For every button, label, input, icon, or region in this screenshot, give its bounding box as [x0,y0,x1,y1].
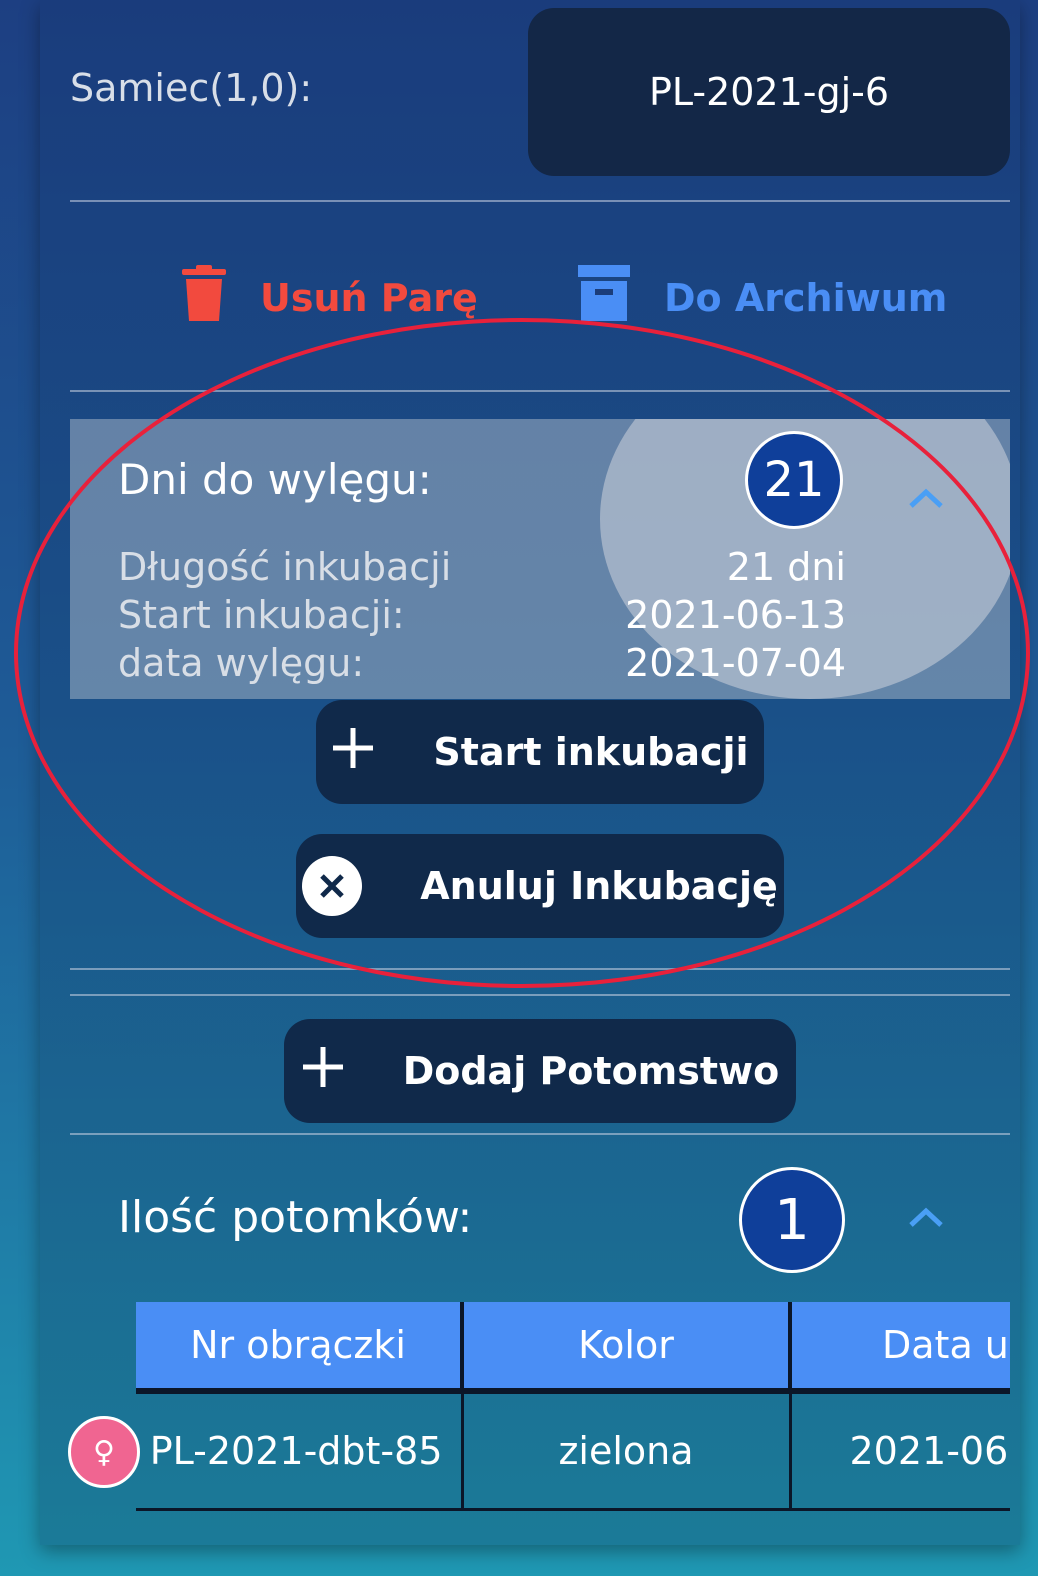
archive-box-icon [578,265,630,330]
column-header-birth-date[interactable]: Data ur [790,1302,1010,1394]
incubation-panel[interactable]: Dni do wylęgu: 21 Długość inkubacji 21 d… [70,419,1010,699]
incubation-start-row: Start inkubacji: 2021-06-13 [118,591,846,639]
plus-icon [301,1045,345,1098]
male-ring-field[interactable]: PL-2021-gj-6 [528,8,1010,176]
cancel-incubation-label: Anuluj Inkubację [420,864,778,908]
archive-label: Do Archiwum [664,275,948,320]
chevron-up-icon[interactable] [908,1200,944,1236]
plus-icon [331,726,375,779]
incubation-title: Dni do wylęgu: [118,455,432,504]
archive-button[interactable]: Do Archiwum [578,265,947,330]
add-offspring-label: Dodaj Potomstwo [402,1049,780,1093]
divider [70,994,1010,996]
info-value: 2021-06-13 [625,593,846,637]
birth-date-cell: 2021-06- [790,1391,1010,1511]
ring-cell: PL-2021-dbt-85 [136,1391,464,1511]
hatch-date-row: data wylęgu: 2021-07-04 [118,639,846,687]
divider [70,390,1010,392]
info-value: 21 dni [726,545,846,589]
offspring-table: Nr obrączki Kolor Data ur PL-2021-dbt-85… [136,1302,1010,1512]
divider [70,968,1010,970]
color-cell: zielona [462,1391,792,1511]
info-label: data wylęgu: [118,641,365,685]
table-row[interactable]: PL-2021-dbt-85 zielona 2021-06- [136,1391,1010,1511]
female-icon: ♀ [68,1416,140,1488]
column-header-ring[interactable]: Nr obrączki [136,1302,464,1394]
cancel-incubation-button[interactable]: Anuluj Inkubację [296,834,784,938]
info-value: 2021-07-04 [625,641,846,685]
start-incubation-button[interactable]: Start inkubacji [316,700,764,804]
trash-icon [182,265,226,330]
start-incubation-label: Start inkubacji [433,730,749,774]
offspring-title: Ilość potomków: [118,1192,473,1243]
add-offspring-button[interactable]: Dodaj Potomstwo [284,1019,796,1123]
male-label: Samiec(1,0): [70,66,313,110]
divider [70,200,1010,202]
days-left-badge: 21 [745,431,843,529]
divider [70,1133,1010,1135]
column-header-color[interactable]: Kolor [462,1302,792,1394]
table-header-row: Nr obrączki Kolor Data ur [136,1302,1010,1394]
incubation-length-row: Długość inkubacji 21 dni [118,543,846,591]
delete-pair-button[interactable]: Usuń Parę [182,265,478,330]
offspring-count-badge: 1 [739,1167,845,1273]
info-label: Start inkubacji: [118,593,405,637]
chevron-up-icon[interactable] [908,481,944,517]
info-label: Długość inkubacji [118,545,452,589]
delete-pair-label: Usuń Parę [260,275,478,320]
close-circle-icon [302,856,363,916]
